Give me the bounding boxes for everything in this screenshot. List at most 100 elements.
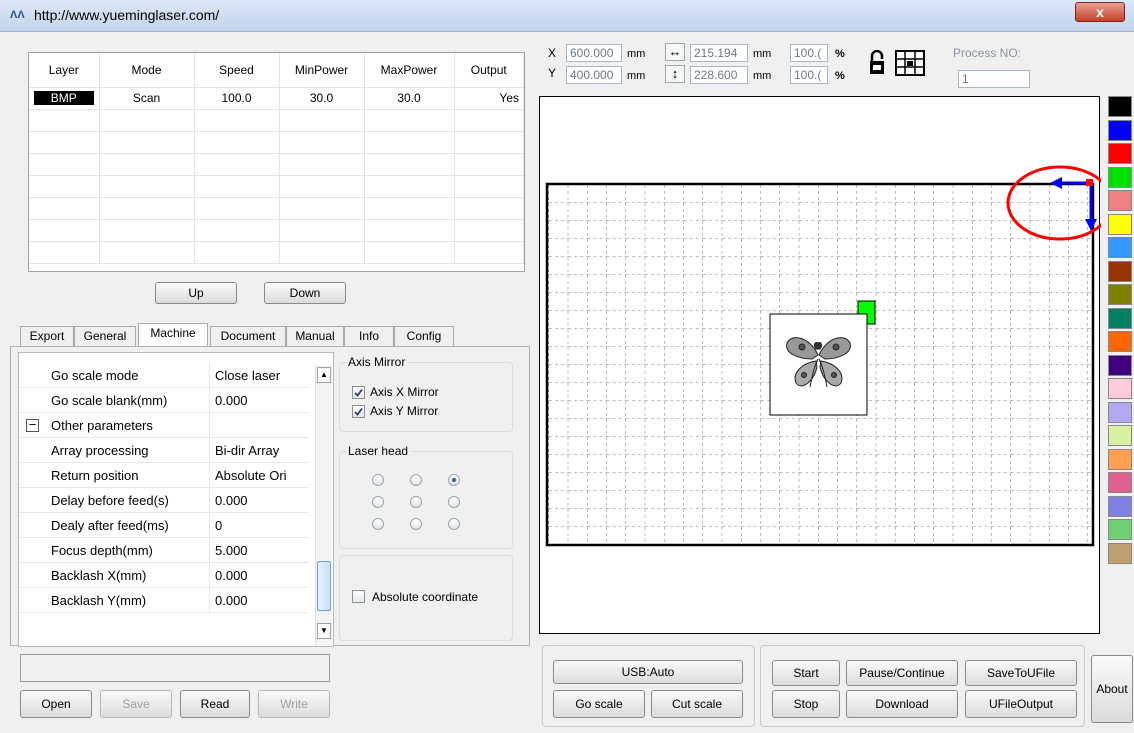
layer-cell[interactable]: BMP [29, 87, 100, 110]
read-button[interactable]: Read [180, 690, 250, 718]
table-row[interactable] [29, 197, 524, 220]
property-group-other-parameters[interactable]: − Other parameters [19, 413, 309, 438]
color-swatch-4[interactable] [1108, 166, 1132, 188]
scroll-down-icon[interactable]: ▼ [317, 623, 331, 639]
minpower-cell: 30.0 [279, 87, 365, 110]
down-button[interactable]: Down [264, 282, 346, 304]
property-row-delay-before-feed[interactable]: Delay before feed(s) 0.000 [19, 488, 309, 513]
color-swatch-3[interactable] [1108, 143, 1132, 164]
color-swatch-13[interactable] [1108, 378, 1132, 399]
laser-head-radio-1[interactable] [372, 474, 384, 486]
width-field[interactable]: 215.194 [690, 44, 748, 62]
download-button[interactable]: Download [846, 690, 958, 718]
height-field[interactable]: 228.600 [690, 66, 748, 84]
color-swatch-18[interactable] [1108, 495, 1132, 517]
tab-export[interactable]: Export [20, 326, 74, 347]
laser-head-radio-3[interactable] [448, 474, 460, 486]
width-lock-icon[interactable]: ↔ [665, 43, 685, 61]
start-button[interactable]: Start [772, 660, 840, 686]
color-swatch-17[interactable] [1108, 472, 1132, 493]
color-swatch-1[interactable] [1108, 96, 1132, 117]
pause-continue-button[interactable]: Pause/Continue [846, 660, 958, 686]
maxpower-cell: 30.0 [364, 87, 455, 110]
laser-head-radio-2[interactable] [410, 474, 422, 486]
laser-head-radio-4[interactable] [372, 496, 384, 508]
x-position-field[interactable]: 600.000 [566, 44, 622, 62]
table-row[interactable]: BMP Scan 100.0 30.0 30.0 Yes [29, 87, 524, 110]
color-swatch-20[interactable] [1108, 542, 1132, 564]
table-row[interactable] [29, 131, 524, 154]
table-row[interactable] [29, 219, 524, 242]
color-swatch-15[interactable] [1108, 425, 1132, 446]
cut-scale-button[interactable]: Cut scale [651, 690, 743, 718]
x-unit: mm [627, 48, 646, 60]
laser-head-radio-5[interactable] [410, 496, 422, 508]
scroll-thumb[interactable] [317, 561, 331, 611]
tab-document[interactable]: Document [210, 326, 286, 347]
y-position-field[interactable]: 400.000 [566, 66, 622, 84]
close-button[interactable]: x [1075, 2, 1125, 22]
color-swatch-19[interactable] [1108, 519, 1132, 540]
scale-y-field[interactable]: 100.( [790, 66, 828, 84]
color-swatch-8[interactable] [1108, 260, 1132, 282]
height-lock-icon[interactable]: ↕ [665, 65, 685, 83]
property-row-focus-depth[interactable]: Focus depth(mm) 5.000 [19, 538, 309, 563]
about-button[interactable]: About [1091, 655, 1133, 723]
color-swatch-7[interactable] [1108, 237, 1132, 258]
open-button[interactable]: Open [20, 690, 92, 718]
tab-manual[interactable]: Manual [286, 326, 344, 347]
absolute-coordinate-checkbox[interactable] [352, 590, 365, 603]
work-area[interactable] [540, 97, 1114, 635]
property-scrollbar[interactable]: ▲ ▼ [315, 365, 332, 645]
axis-y-mirror-checkbox[interactable] [352, 405, 365, 418]
color-swatch-16[interactable] [1108, 448, 1132, 470]
property-row-backlash-x[interactable]: Backlash X(mm) 0.000 [19, 563, 309, 588]
height-unit: mm [753, 70, 772, 82]
go-scale-button[interactable]: Go scale [553, 690, 645, 718]
property-row-array-processing[interactable]: Array processing Bi-dir Array [19, 438, 309, 463]
ufile-output-button[interactable]: UFileOutput [965, 690, 1077, 718]
color-swatch-9[interactable] [1108, 284, 1132, 305]
tab-config[interactable]: Config [394, 326, 454, 347]
table-row[interactable] [29, 153, 524, 176]
color-swatch-10[interactable] [1108, 307, 1132, 329]
property-row-return-position[interactable]: Return position Absolute Ori [19, 463, 309, 488]
design-canvas[interactable] [539, 96, 1114, 635]
scale-x-field[interactable]: 100.( [790, 44, 828, 62]
design-object[interactable] [769, 313, 868, 416]
collapse-icon[interactable]: − [26, 418, 39, 432]
table-row[interactable] [29, 241, 524, 264]
tab-machine[interactable]: Machine [138, 323, 208, 348]
usb-auto-button[interactable]: USB:Auto [553, 660, 743, 684]
tab-info[interactable]: Info [344, 326, 394, 347]
color-swatch-6[interactable] [1108, 213, 1132, 235]
table-row[interactable] [29, 109, 524, 132]
color-swatch-11[interactable] [1108, 331, 1132, 352]
property-row-delay-after-feed[interactable]: Dealy after feed(ms) 0 [19, 513, 309, 538]
property-row-go-scale-mode[interactable]: Go scale mode Close laser [19, 363, 309, 388]
save-to-ufile-button[interactable]: SaveToUFile [965, 660, 1077, 686]
tab-general[interactable]: General [74, 326, 136, 347]
color-swatch-14[interactable] [1108, 401, 1132, 423]
scroll-up-icon[interactable]: ▲ [317, 367, 331, 383]
color-swatch-12[interactable] [1108, 354, 1132, 376]
table-row[interactable] [29, 175, 524, 198]
laser-head-radio-7[interactable] [372, 518, 384, 530]
axis-x-mirror-checkbox[interactable] [352, 386, 365, 399]
process-number-field[interactable]: 1 [958, 70, 1030, 88]
anchor-grid-icon[interactable] [895, 50, 925, 79]
property-row-backlash-y[interactable]: Backlash Y(mm) 0.000 [19, 588, 309, 613]
property-row-go-scale-blank[interactable]: Go scale blank(mm) 0.000 [19, 388, 309, 413]
laser-head-radio-8[interactable] [410, 518, 422, 530]
stop-button[interactable]: Stop [772, 690, 840, 718]
color-swatch-5[interactable] [1108, 190, 1132, 211]
lock-icon[interactable] [868, 49, 886, 79]
width-unit: mm [753, 48, 772, 60]
color-swatch-2[interactable] [1108, 119, 1132, 141]
laser-head-radio-9[interactable] [448, 518, 460, 530]
up-button[interactable]: Up [155, 282, 237, 304]
laser-head-radio-6[interactable] [448, 496, 460, 508]
write-button[interactable]: Write [258, 690, 330, 718]
status-field [20, 654, 330, 682]
save-button[interactable]: Save [100, 690, 172, 718]
